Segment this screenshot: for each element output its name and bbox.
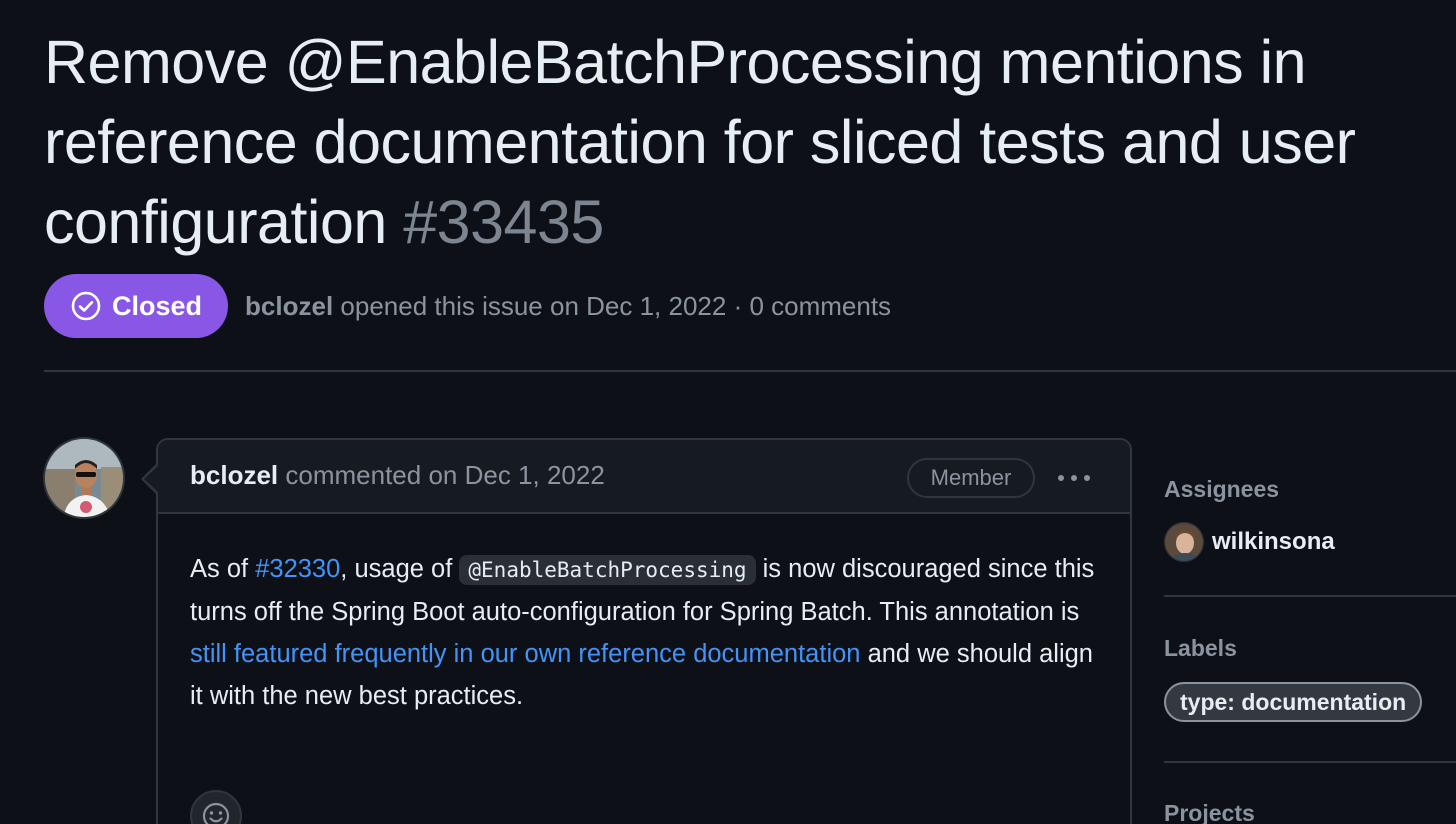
inline-code: @EnableBatchProcessing	[459, 555, 756, 585]
add-reaction-button[interactable]	[190, 790, 242, 824]
issue-page: Remove @EnableBatchProcessing mentions i…	[0, 0, 1456, 824]
state-badge-closed: Closed	[44, 274, 229, 338]
issue-opened-text: opened this issue on Dec 1, 2022 · 0 com…	[340, 290, 892, 321]
assignees-heading[interactable]: Assignees	[1164, 476, 1279, 503]
projects-heading[interactable]: Projects	[1164, 800, 1255, 824]
assignee-avatar	[1164, 522, 1204, 562]
comment-header: bclozel commented on Dec 1, 2022 Member	[158, 440, 1130, 514]
issue-opener-link[interactable]: bclozel	[245, 291, 333, 321]
body-text-2: , usage of	[340, 555, 460, 583]
issue-title: Remove @EnableBatchProcessing mentions i…	[44, 22, 1434, 262]
comment-header-text: bclozel commented on Dec 1, 2022	[190, 460, 605, 491]
issue-closed-icon	[71, 291, 101, 321]
comment-timestamp[interactable]: commented on Dec 1, 2022	[285, 460, 604, 490]
sidebar-divider-2	[1164, 761, 1456, 763]
comment-author-link[interactable]: bclozel	[190, 460, 278, 490]
sidebar-divider-1	[1164, 595, 1456, 597]
kebab-horizontal-icon	[1058, 475, 1090, 481]
issue-meta-row: Closed bclozel opened this issue on Dec …	[44, 274, 891, 338]
comment-options-button[interactable]	[1053, 458, 1095, 498]
avatar-photo	[45, 439, 123, 517]
labels-heading[interactable]: Labels	[1164, 635, 1237, 662]
smiley-icon	[202, 802, 230, 824]
reference-docs-link[interactable]: still featured frequently in our own ref…	[190, 640, 860, 668]
comment-author-avatar[interactable]	[43, 437, 125, 519]
state-label: Closed	[112, 290, 203, 321]
header-divider	[44, 370, 1456, 372]
assignee-avatar-photo	[1165, 523, 1203, 561]
member-badge: Member	[907, 458, 1035, 498]
issue-opened-meta: bclozel opened this issue on Dec 1, 2022…	[245, 291, 891, 322]
assignee-name[interactable]: wilkinsona	[1212, 528, 1335, 556]
issue-number: #33435	[403, 188, 604, 256]
body-text-1: As of	[190, 555, 256, 583]
comment-box: bclozel commented on Dec 1, 2022 Member …	[156, 438, 1132, 824]
assignee-item[interactable]: wilkinsona	[1164, 522, 1335, 562]
issue-link-32330[interactable]: #32330	[255, 555, 340, 583]
comment-pointer-fill	[144, 466, 158, 492]
label-type-documentation[interactable]: type: documentation	[1164, 682, 1423, 722]
comment-body: As of #32330, usage of @EnableBatchProce…	[190, 548, 1100, 717]
issue-title-text: Remove @EnableBatchProcessing mentions i…	[44, 28, 1356, 256]
